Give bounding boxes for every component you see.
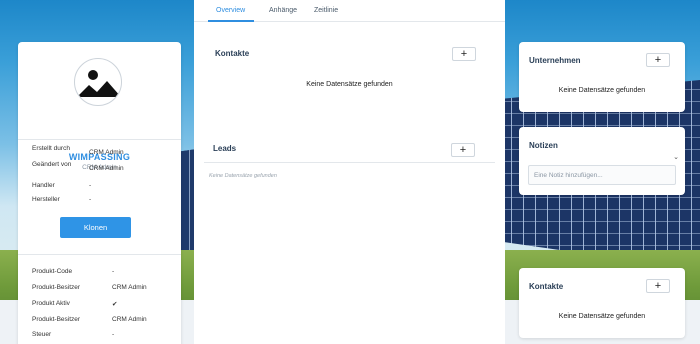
check-icon: ✔ — [112, 301, 118, 308]
add-note-input[interactable]: Eine Notiz hinzufügen... — [528, 165, 676, 185]
notes-title: Notizen — [529, 141, 558, 150]
field-value: CRM Admin — [112, 284, 147, 291]
field-label: Produkt-Code — [32, 268, 73, 275]
clone-button[interactable]: Klonen — [60, 217, 131, 238]
field-value: - — [112, 268, 115, 275]
field-label: Erstellt durch — [32, 145, 70, 152]
notes-card: Notizen ⌄ Eine Notiz hinzufügen... — [519, 127, 685, 195]
divider — [204, 162, 495, 163]
field-value: - — [89, 182, 92, 189]
contacts-card-right: Kontakte + Keine Datensätze gefunden — [519, 268, 685, 338]
field-value: CRM Admin — [89, 165, 124, 172]
active-tab-indicator — [208, 20, 254, 22]
field-label: Steuer — [32, 331, 52, 338]
main-panel: Overview Anhänge Zeitlinie Kontakte + Ke… — [194, 0, 505, 344]
leads-empty-text: Keine Datensätze gefunden — [209, 173, 277, 179]
add-company-button[interactable]: + — [646, 53, 670, 67]
field-label: Produkt-Besitzer — [32, 316, 81, 323]
leads-section-title: Leads — [213, 144, 237, 153]
mountain-icon — [77, 70, 121, 97]
contacts-right-empty-text: Keine Datensätze gefunden — [558, 313, 646, 320]
add-contact-right-button[interactable]: + — [646, 279, 670, 293]
contacts-section-title: Kontakte — [215, 49, 250, 58]
companies-card: Unternehmen + Keine Datensätze gefunden — [519, 42, 685, 112]
tab-attachments[interactable]: Anhänge — [269, 7, 297, 14]
divider — [18, 139, 181, 140]
companies-title: Unternehmen — [529, 56, 581, 65]
field-value: - — [112, 331, 115, 338]
tab-timeline[interactable]: Zeitlinie — [314, 7, 338, 14]
companies-empty-text: Keine Datensätze gefunden — [558, 87, 646, 94]
field-label: Produkt Aktiv — [32, 300, 70, 307]
tab-overview[interactable]: Overview — [216, 7, 245, 14]
field-value: - — [89, 196, 92, 203]
chevron-down-icon[interactable]: ⌄ — [673, 153, 679, 161]
field-value: CRM Admin — [89, 149, 124, 156]
avatar — [74, 58, 122, 106]
field-label: Geändert von — [32, 161, 72, 168]
contacts-title: Kontakte — [529, 282, 564, 291]
add-lead-button[interactable]: + — [451, 143, 475, 157]
field-label: Produkt-Besitzer — [32, 284, 81, 291]
contacts-empty-text: Keine Datensätze gefunden — [306, 81, 393, 88]
tab-bar: Overview Anhänge Zeitlinie — [194, 0, 505, 22]
divider — [18, 254, 181, 255]
field-label: Hersteller — [32, 196, 60, 203]
profile-card: WIMPASSING CRM Admin Erstellt durch CRM … — [18, 42, 181, 344]
field-label: Handler — [32, 182, 55, 189]
add-contact-button[interactable]: + — [452, 47, 476, 61]
field-value: CRM Admin — [112, 316, 147, 323]
